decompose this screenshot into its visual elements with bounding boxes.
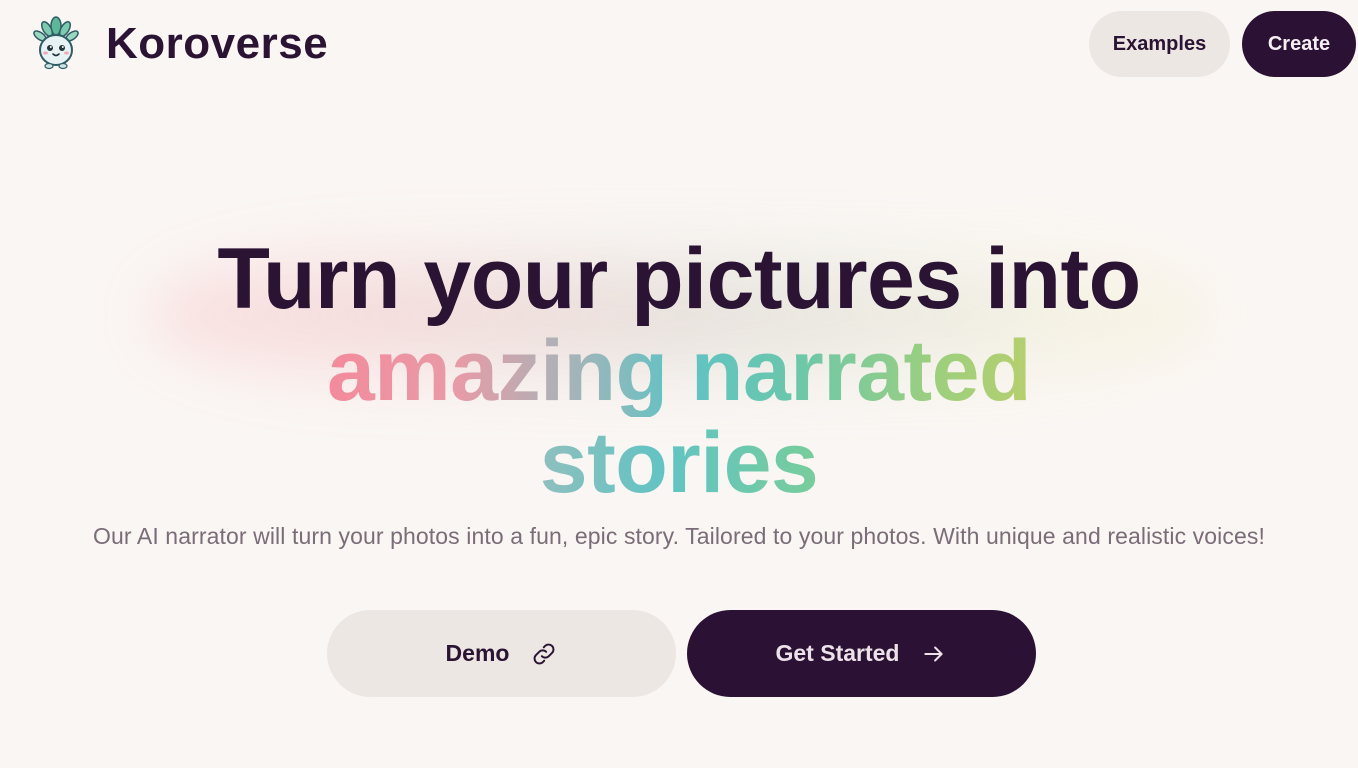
get-started-button-label: Get Started	[775, 640, 900, 666]
hero-headline: Turn your pictures into amazing narrated…	[0, 233, 1358, 509]
headline-line-3-wrapper: stories	[540, 415, 819, 511]
examples-button[interactable]: Examples	[1089, 11, 1230, 77]
link-icon	[531, 641, 557, 667]
site-header: Koroverse Examples Create	[0, 0, 1358, 88]
headline-line-2: amazing narrated	[326, 322, 1032, 419]
headline-line-2-wrapper: amazing narrated	[326, 322, 1032, 419]
mascot-logo-icon	[33, 16, 79, 70]
demo-button[interactable]: Demo	[327, 610, 676, 697]
headline-line-3: stories	[539, 414, 819, 511]
demo-button-label: Demo	[445, 640, 510, 666]
cta-row: Demo Get Started	[327, 610, 1036, 697]
arrow-right-icon	[921, 641, 947, 667]
landing-page: Koroverse Examples Create Turn your pict…	[0, 0, 1358, 768]
create-button[interactable]: Create	[1242, 11, 1356, 77]
brand-name: Koroverse	[106, 19, 329, 68]
headline-line-1: Turn your pictures into	[217, 230, 1141, 327]
top-nav: Examples Create	[1089, 11, 1356, 77]
brand-logo[interactable]: Koroverse	[28, 16, 328, 72]
hero-subtitle: Our AI narrator will turn your photos in…	[93, 523, 1265, 549]
get-started-button[interactable]: Get Started	[687, 610, 1036, 697]
